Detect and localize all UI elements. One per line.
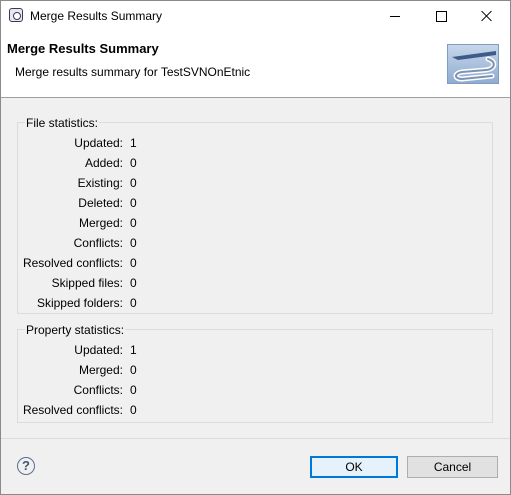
file-statistics-label: File statistics: [25,116,100,130]
dialog-content: File statistics: Updated: 1 Added: 0 Exi… [1,98,510,438]
file-stat-row-updated: Updated: 1 [18,136,492,152]
maximize-button[interactable] [418,1,464,31]
stat-label: Merged: [78,363,123,377]
stat-value[interactable]: 0 [130,403,137,417]
stat-label: Resolved conflicts: [22,403,123,417]
stat-value[interactable]: 0 [130,256,137,270]
stat-value[interactable]: 0 [130,216,137,230]
stat-label: Updated: [74,136,123,150]
stat-label: Updated: [74,343,123,357]
help-icon[interactable]: ? [17,457,35,475]
prop-stat-row-updated: Updated: 1 [18,343,492,359]
file-stat-row-conflicts: Conflicts: 0 [18,236,492,252]
stat-value[interactable]: 1 [130,343,137,357]
file-statistics-group: File statistics: Updated: 1 Added: 0 Exi… [17,116,493,314]
title-bar[interactable]: Merge Results Summary [1,1,510,31]
stat-label: Resolved conflicts: [22,256,123,270]
ok-button[interactable]: OK [310,456,398,478]
footer-divider [1,438,510,439]
header-subtitle: Merge results summary for TestSVNOnEtnic [15,65,251,79]
stat-label: Conflicts: [73,383,123,397]
close-button[interactable] [464,1,510,31]
dialog-header: Merge Results Summary Merge results summ… [1,31,510,98]
stat-label: Deleted: [78,196,123,210]
window-title: Merge Results Summary [30,9,163,23]
stat-value[interactable]: 0 [130,196,137,210]
minimize-button[interactable] [372,1,418,31]
stat-value[interactable]: 0 [130,276,137,290]
stat-value[interactable]: 0 [130,383,137,397]
cancel-button[interactable]: Cancel [407,456,498,478]
file-stat-row-added: Added: 0 [18,156,492,172]
header-title: Merge Results Summary [7,41,159,56]
file-stat-row-resolved-conflicts: Resolved conflicts: 0 [18,256,492,272]
stat-value[interactable]: 0 [130,156,137,170]
stat-value[interactable]: 0 [130,236,137,250]
file-stat-row-existing: Existing: 0 [18,176,492,192]
close-icon [481,10,493,22]
minimize-icon [390,15,400,17]
stat-value[interactable]: 0 [130,176,137,190]
stat-label: Skipped folders: [36,296,123,310]
prop-stat-row-resolved-conflicts: Resolved conflicts: 0 [18,403,492,419]
stat-label: Existing: [77,176,123,190]
stat-value[interactable]: 0 [130,296,137,310]
svn-logo-icon [447,44,499,84]
stat-value[interactable]: 1 [130,136,137,150]
property-statistics-group: Property statistics: Updated: 1 Merged: … [17,323,493,423]
maximize-icon [435,10,447,22]
stat-label: Skipped files: [51,276,123,290]
prop-stat-row-conflicts: Conflicts: 0 [18,383,492,399]
stat-label: Conflicts: [73,236,123,250]
stat-label: Added: [84,156,123,170]
file-stat-row-merged: Merged: 0 [18,216,492,232]
merge-results-dialog: Merge Results Summary Merge Results Summ… [0,0,511,495]
file-stat-row-skipped-folders: Skipped folders: 0 [18,296,492,312]
file-stat-row-skipped-files: Skipped files: 0 [18,276,492,292]
prop-stat-row-merged: Merged: 0 [18,363,492,379]
property-statistics-label: Property statistics: [25,323,126,337]
file-stat-row-deleted: Deleted: 0 [18,196,492,212]
stat-value[interactable]: 0 [130,363,137,377]
eclipse-dialog-icon [9,8,23,22]
stat-label: Merged: [78,216,123,230]
